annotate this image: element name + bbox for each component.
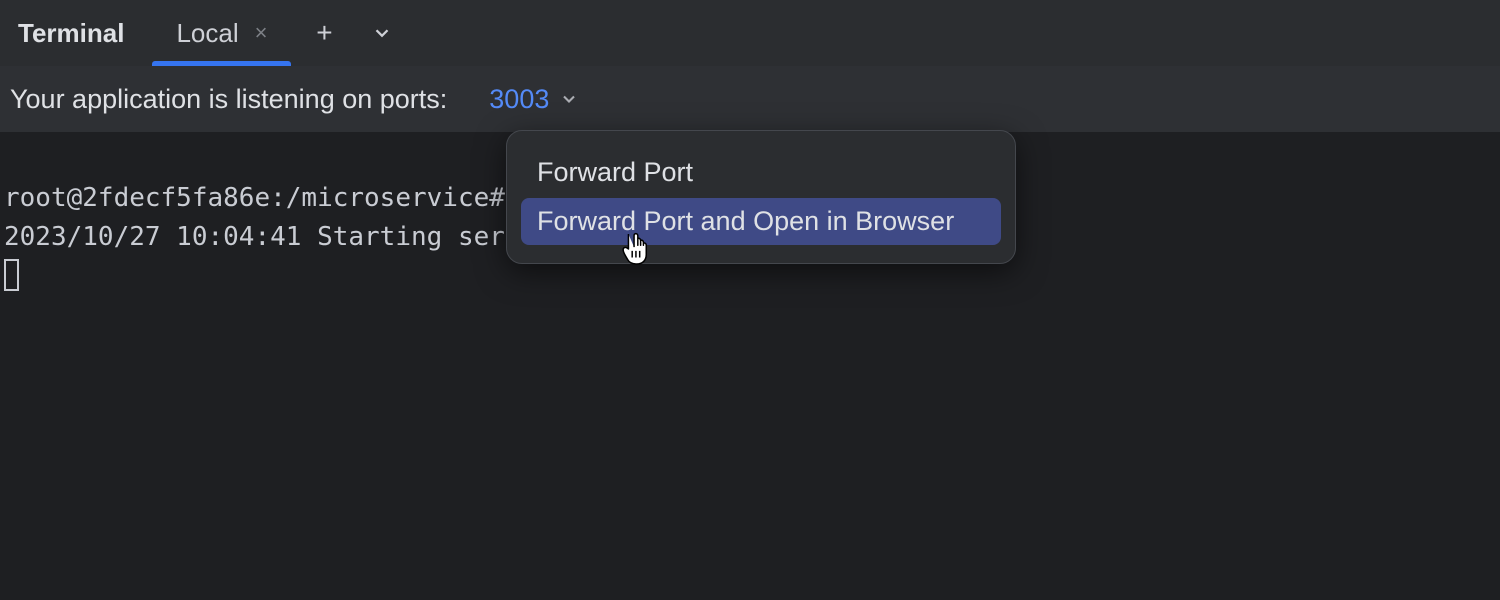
terminal-tabbar: Terminal Local × + [0,0,1500,66]
port-number: 3003 [489,84,549,115]
terminal-line: 2023/10/27 10:04:41 Starting ser [4,222,505,252]
menu-item-forward-port-open-browser[interactable]: Forward Port and Open in Browser [521,198,1001,245]
status-text: Your application is listening on ports: [10,84,447,115]
port-statusbar: Your application is listening on ports: … [0,66,1500,132]
terminal-cursor [4,259,19,291]
panel-title: Terminal [18,18,124,49]
port-dropdown[interactable]: 3003 [489,84,579,115]
tab-options-button[interactable] [367,18,397,48]
chevron-down-icon [559,89,579,109]
chevron-down-icon [371,22,393,44]
port-context-menu: Forward Port Forward Port and Open in Br… [506,130,1016,264]
terminal-line: root@2fdecf5fa86e:/microservice# [4,183,505,213]
tab-local[interactable]: Local × [176,0,267,66]
menu-item-forward-port[interactable]: Forward Port [521,149,1001,196]
tab-label: Local [176,18,238,49]
close-icon[interactable]: × [255,22,268,44]
new-tab-button[interactable]: + [309,18,339,48]
plus-icon: + [316,19,332,47]
